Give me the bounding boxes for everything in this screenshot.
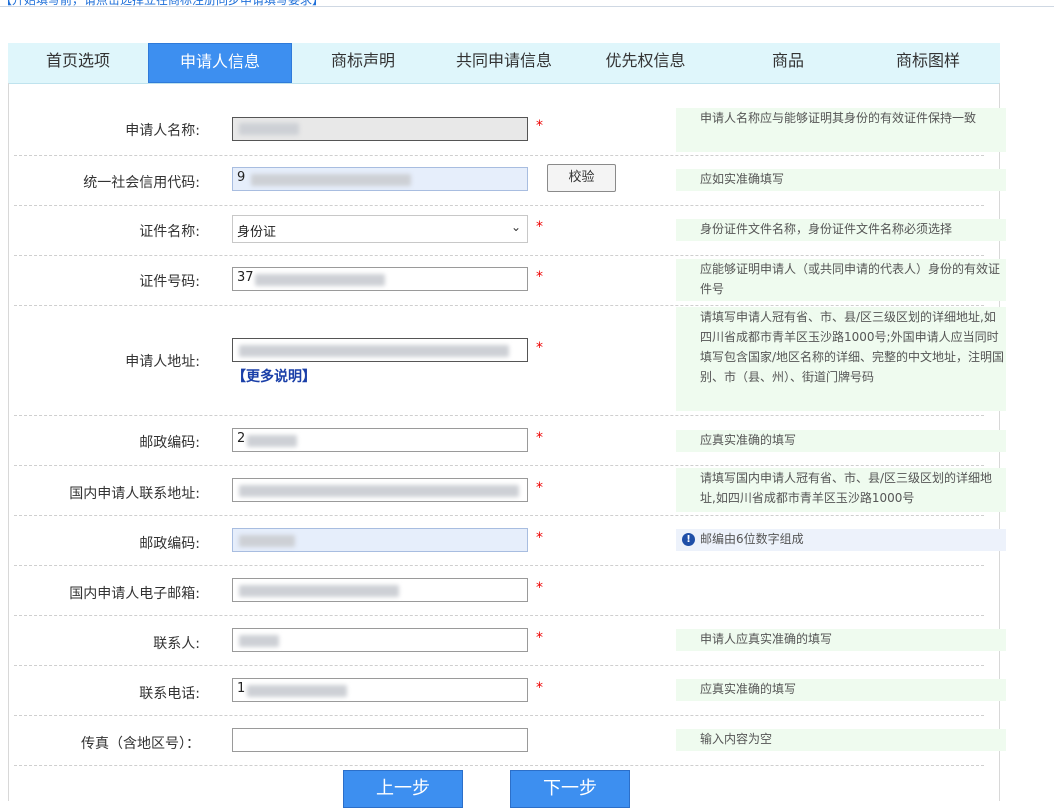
tab-trademark-statement[interactable]: 商标声明: [298, 43, 428, 83]
required-mark: *: [536, 219, 543, 235]
row-postcode: 邮政编码: 2 * 应真实准确的填写: [14, 415, 1006, 466]
postcode-value: 2: [237, 431, 246, 446]
cert-name-label: 证件名称:: [139, 224, 200, 240]
required-mark: *: [536, 340, 543, 356]
cert-number-input[interactable]: 37: [232, 267, 528, 291]
address-tip: 请填写申请人冠有省、市、县/区三级区划的详细地址,如四川省成都市青羊区玉沙路10…: [676, 307, 1006, 411]
applicant-name-label: 申请人名称:: [125, 123, 200, 139]
redaction: [247, 685, 347, 697]
info-circle-icon: !: [682, 533, 695, 546]
cert-number-tip: 应能够证明申请人（或共同申请的代表人）身份的有效证件号: [676, 259, 1006, 301]
tab-goods[interactable]: 商品: [723, 43, 853, 83]
chevron-down-icon: ⌄: [510, 220, 521, 234]
phone-input[interactable]: 1: [232, 678, 528, 702]
fax-label: 传真（含地区号）：: [81, 736, 200, 752]
applicant-name-tip: 申请人名称应与能够证明其身份的有效证件保持一致: [676, 108, 1006, 152]
phone-label: 联系电话:: [139, 686, 200, 702]
redaction: [251, 174, 411, 186]
more-info-link[interactable]: 【更多说明】: [232, 366, 316, 386]
address-label: 申请人地址:: [125, 354, 200, 370]
required-mark: *: [536, 680, 543, 696]
required-mark: *: [536, 630, 543, 646]
phone-tip: 应真实准确的填写: [676, 679, 1006, 701]
cert-name-select[interactable]: 身份证 ⌄: [232, 215, 528, 243]
applicant-name-input[interactable]: [232, 117, 528, 141]
required-mark: *: [536, 480, 543, 496]
cert-name-tip: 身份证件文件名称，身份证件文件名称必须选择: [676, 219, 1006, 241]
tab-applicant-info[interactable]: 申请人信息: [148, 43, 292, 83]
domestic-address-input[interactable]: [232, 478, 528, 502]
row-postcode-2: 邮政编码: * ! 邮编由6位数字组成: [14, 515, 1006, 566]
redaction: [239, 635, 279, 647]
prev-step-button[interactable]: 上一步: [343, 770, 463, 808]
required-mark: *: [536, 580, 543, 596]
tab-priority-info[interactable]: 优先权信息: [578, 43, 713, 83]
redaction: [239, 485, 519, 497]
required-mark: *: [536, 430, 543, 446]
fax-tip: 输入内容为空: [676, 729, 1006, 751]
fax-input[interactable]: [232, 728, 528, 752]
redaction: [239, 123, 299, 135]
top-banner: 【升始填写前，请点击选择立在商标注册同步申请填写要求】: [0, 0, 1054, 7]
cert-number-label: 证件号码:: [139, 274, 200, 290]
credit-code-value: 9: [237, 170, 246, 185]
contact-input[interactable]: [232, 628, 528, 652]
postcode-tip: 应真实准确的填写: [676, 430, 1006, 452]
redaction: [239, 345, 509, 357]
redaction: [255, 274, 385, 286]
row-email: 国内申请人电子邮箱: *: [14, 565, 984, 616]
credit-code-tip: 应如实准确填写: [676, 169, 1006, 191]
required-mark: *: [536, 269, 543, 285]
next-step-button[interactable]: 下一步: [510, 770, 630, 808]
required-mark: *: [536, 530, 543, 546]
postcode-2-tip-text: 邮编由6位数字组成: [700, 532, 804, 546]
postcode-input[interactable]: 2: [232, 428, 528, 452]
required-mark: *: [536, 118, 543, 134]
row-cert-number: 证件号码: 37 * 应能够证明申请人（或共同申请的代表人）身份的有效证件号: [14, 255, 1006, 306]
row-fax: 传真（含地区号）： 输入内容为空: [14, 715, 1006, 766]
row-applicant-name: 申请人名称: * 申请人名称应与能够证明其身份的有效证件保持一致: [14, 104, 1006, 156]
redaction: [239, 535, 295, 547]
cert-name-value: 身份证: [237, 225, 277, 240]
row-contact: 联系人: * 申请人应真实准确的填写: [14, 615, 1006, 666]
domestic-address-tip: 请填写国内申请人冠有省、市、县/区三级区划的详细地址,如四川省成都市青羊区玉沙路…: [676, 468, 1006, 512]
email-label: 国内申请人电子邮箱:: [69, 586, 200, 602]
contact-tip: 申请人应真实准确的填写: [676, 629, 1006, 651]
banner-text[interactable]: 【升始填写前，请点击选择立在商标注册同步申请填写要求】: [0, 0, 324, 8]
tab-trademark-image[interactable]: 商标图样: [863, 43, 993, 83]
address-input[interactable]: [232, 338, 528, 362]
tab-bar: 首页选项 申请人信息 商标声明 共同申请信息 优先权信息 商品 商标图样: [8, 43, 1000, 84]
email-input[interactable]: [232, 578, 528, 602]
contact-label: 联系人:: [153, 636, 200, 652]
check-button[interactable]: 校验: [547, 164, 616, 192]
tab-joint-application[interactable]: 共同申请信息: [438, 43, 570, 83]
domestic-address-label: 国内申请人联系地址:: [69, 486, 200, 502]
row-cert-name: 证件名称: 身份证 ⌄ * 身份证件文件名称，身份证件文件名称必须选择: [14, 205, 1006, 256]
postcode-2-tip: ! 邮编由6位数字组成: [676, 529, 1006, 551]
credit-code-input[interactable]: 9: [232, 167, 528, 191]
phone-value: 1: [237, 681, 246, 696]
row-phone: 联系电话: 1 * 应真实准确的填写: [14, 665, 1006, 716]
cert-number-value: 37: [237, 270, 254, 285]
row-address: 申请人地址: * 【更多说明】 请填写申请人冠有省、市、县/区三级区划的详细地址…: [14, 305, 1006, 416]
tab-home-options[interactable]: 首页选项: [8, 43, 148, 83]
credit-code-label: 统一社会信用代码:: [83, 175, 200, 191]
postcode-label: 邮政编码:: [139, 435, 200, 451]
redaction: [239, 585, 399, 597]
row-domestic-address: 国内申请人联系地址: * 请填写国内申请人冠有省、市、县/区三级区划的详细地址,…: [14, 465, 1006, 516]
row-credit-code: 统一社会信用代码: 9 校验 应如实准确填写: [14, 155, 1006, 206]
redaction: [247, 435, 297, 447]
postcode-2-input[interactable]: [232, 528, 528, 552]
postcode-2-label: 邮政编码:: [139, 536, 200, 552]
